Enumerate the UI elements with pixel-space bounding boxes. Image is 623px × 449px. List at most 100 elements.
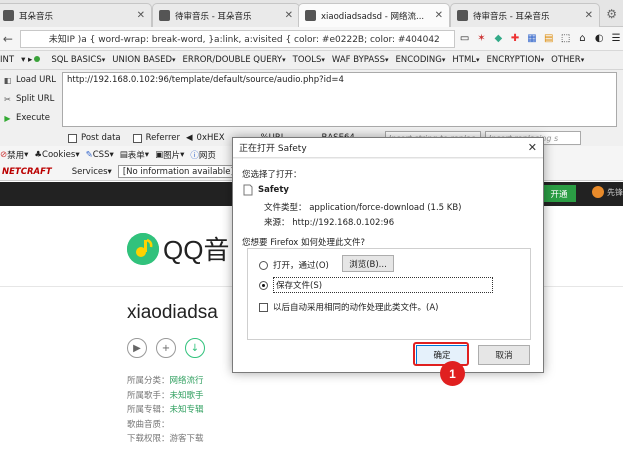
cookies-menu[interactable]: ♣ Cookies ▾ (34, 150, 79, 160)
close-icon[interactable]: ✕ (528, 141, 537, 154)
tab-1[interactable]: 耳朵音乐 ✕ (0, 3, 152, 27)
close-icon[interactable]: ✕ (435, 10, 443, 21)
address-bar: ← 未知IP )a { word-wrap: break-word, }a:li… (0, 27, 623, 51)
download-button[interactable]: ↓ (185, 338, 205, 358)
menu-icon[interactable]: ☰ (609, 32, 623, 46)
disable-menu[interactable]: ⊘ 禁用 ▾ (0, 149, 28, 161)
extension-icon[interactable]: ◆ (491, 32, 505, 46)
disable-icon: ⊘ (0, 149, 8, 160)
extension-icon[interactable]: ▤ (542, 32, 556, 46)
gear-icon[interactable]: ⚙ (606, 7, 617, 21)
cancel-button[interactable]: 取消 (478, 345, 530, 365)
save-file-radio[interactable]: 保存文件(S) (259, 277, 493, 293)
status-dot-icon (34, 56, 41, 62)
bookmark-icon[interactable]: ⬚ (559, 32, 573, 46)
url-input[interactable]: 未知IP )a { word-wrap: break-word, }a:link… (19, 29, 455, 48)
menu-encryption[interactable]: ENCRYPTION▾ (487, 55, 545, 65)
info-menu[interactable]: ⓘ 网页 (190, 149, 216, 161)
meta-link[interactable]: 网络流行 (170, 376, 204, 386)
tab-4[interactable]: 待审音乐 - 耳朵音乐 ✕ (450, 3, 600, 27)
menu-union-based[interactable]: UNION BASED▾ (112, 55, 175, 65)
open-vip-button[interactable]: 开通 (542, 185, 576, 202)
play-icon: ▶ (133, 342, 141, 354)
toolbar-arrows[interactable]: ▾ ▸ (21, 55, 44, 65)
file-row: Safety (242, 184, 289, 196)
dialog-body: 您选择了打开： Safety 文件类型： application/force-d… (233, 159, 543, 372)
forms-menu[interactable]: ▤ 表单 ▾ (120, 149, 149, 161)
split-url-button[interactable]: ✂ Split URL (2, 90, 62, 108)
menu-sql-basics[interactable]: SQL BASICS▾ (51, 55, 105, 65)
tab-2[interactable]: 待审音乐 - 耳朵音乐 ✕ (152, 3, 300, 27)
referrer-checkbox[interactable]: Referrer (127, 133, 180, 143)
play-button[interactable]: ▶ (127, 338, 147, 358)
song-controls: ▶ + ↓ (127, 338, 214, 358)
close-icon[interactable]: ✕ (285, 10, 293, 21)
tab-label: 待审音乐 - 耳朵音乐 (175, 11, 252, 22)
auto-action-label: 以后自动采用相同的动作处理此类文件。(A) (273, 303, 439, 313)
qq-music-logo-icon (127, 232, 159, 265)
menu-encoding[interactable]: ENCODING▾ (395, 55, 445, 65)
song-meta: 所属分类：网络流行 所属歌手：未知歌手 所属专辑：未知专辑 歌曲音质： 下载权限… (127, 374, 204, 447)
image-icon: ▣ (155, 149, 164, 160)
highlight-box (413, 342, 469, 366)
netcraft-logo: NETCRAFT (2, 166, 52, 177)
globe-icon[interactable]: ◐ (592, 32, 606, 46)
star-icon[interactable]: ✶ (475, 32, 489, 46)
file-source: 来源： http://192.168.0.102:96 (264, 218, 395, 228)
file-name: Safety (258, 185, 289, 195)
home-icon[interactable]: ⌂ (576, 32, 590, 46)
reader-icon[interactable]: ▭ (458, 32, 472, 46)
logo-text: QQ音 (163, 235, 230, 265)
hex-encoder[interactable]: ◀ 0xHEX (186, 133, 225, 143)
back-arrow-icon[interactable]: ← (0, 32, 16, 46)
hackbar-url-textarea[interactable]: http://192.168.0.102:96/template/default… (62, 72, 617, 127)
extension-icon[interactable]: ▦ (525, 32, 539, 46)
menu-int[interactable]: INT (0, 55, 14, 65)
dialog-title: 正在打开 Safety (233, 138, 543, 158)
close-icon[interactable]: ✕ (137, 10, 145, 21)
save-file-label: 保存文件(S) (273, 277, 493, 293)
music-site-icon (457, 10, 468, 21)
tab-strip: 耳朵音乐 ✕ 待审音乐 - 耳朵音乐 ✕ xiaodiadsadsd - 网络流… (0, 0, 623, 27)
action-group: 打开，通过(O) 浏览(B)... 保存文件(S) 以后自动采用相同的动作处理此… (247, 248, 531, 340)
tab-label: xiaodiadsadsd - 网络流... (321, 11, 425, 22)
auto-action-checkbox[interactable]: 以后自动采用相同的动作处理此类文件。(A) (259, 301, 438, 313)
execute-button[interactable]: ▶ Execute (2, 109, 62, 127)
load-url-button[interactable]: ◧ Load URL (2, 71, 62, 89)
menu-waf-bypass[interactable]: WAF BYPASS▾ (332, 55, 389, 65)
execute-label: Execute (16, 113, 50, 123)
meta-link[interactable]: 未知专辑 (170, 405, 204, 415)
plus-icon: + (161, 342, 171, 354)
info-icon: ⓘ (190, 150, 199, 161)
site-logo[interactable]: QQ音 (127, 230, 229, 267)
song-title: xiaodiadsa (127, 302, 218, 323)
browse-button[interactable]: 浏览(B)... (342, 255, 394, 272)
radio-icon (259, 260, 268, 270)
meta-row: 所属专辑：未知专辑 (127, 405, 204, 415)
split-url-label: Split URL (16, 94, 55, 104)
menu-error-double-query[interactable]: ERROR/DOUBLE QUERY▾ (183, 55, 286, 65)
close-icon[interactable]: ✕ (585, 10, 593, 21)
cookie-icon: ♣ (34, 149, 43, 160)
extension-icon[interactable]: ✚ (508, 32, 522, 46)
user-menu[interactable]: 先锋 (592, 186, 623, 198)
post-data-checkbox[interactable]: Post data (62, 133, 121, 143)
add-button[interactable]: + (156, 338, 176, 358)
tab-3-active[interactable]: xiaodiadsadsd - 网络流... ✕ (298, 3, 450, 27)
meta-row: 歌曲音质： (127, 419, 170, 430)
tab-label: 耳朵音乐 (19, 11, 54, 22)
hackbar-body: ◧ Load URL ✂ Split URL ▶ Execute http://… (0, 70, 623, 130)
images-menu[interactable]: ▣ 图片 ▾ (155, 149, 184, 161)
form-icon: ▤ (119, 149, 128, 160)
css-menu[interactable]: ✎ CSS ▾ (86, 150, 114, 160)
download-icon: ↓ (190, 342, 200, 354)
checkbox-icon (68, 133, 77, 143)
open-with-label: 打开，通过(O) (273, 261, 329, 271)
menu-html[interactable]: HTML▾ (452, 55, 479, 65)
tab-label: 待审音乐 - 耳朵音乐 (473, 11, 550, 22)
menu-tools[interactable]: TOOLS▾ (293, 55, 325, 65)
menu-other[interactable]: OTHER▾ (551, 55, 584, 65)
open-with-radio[interactable]: 打开，通过(O) (259, 259, 329, 271)
meta-link[interactable]: 未知歌手 (170, 391, 204, 401)
services-menu[interactable]: Services▾ (72, 167, 112, 177)
